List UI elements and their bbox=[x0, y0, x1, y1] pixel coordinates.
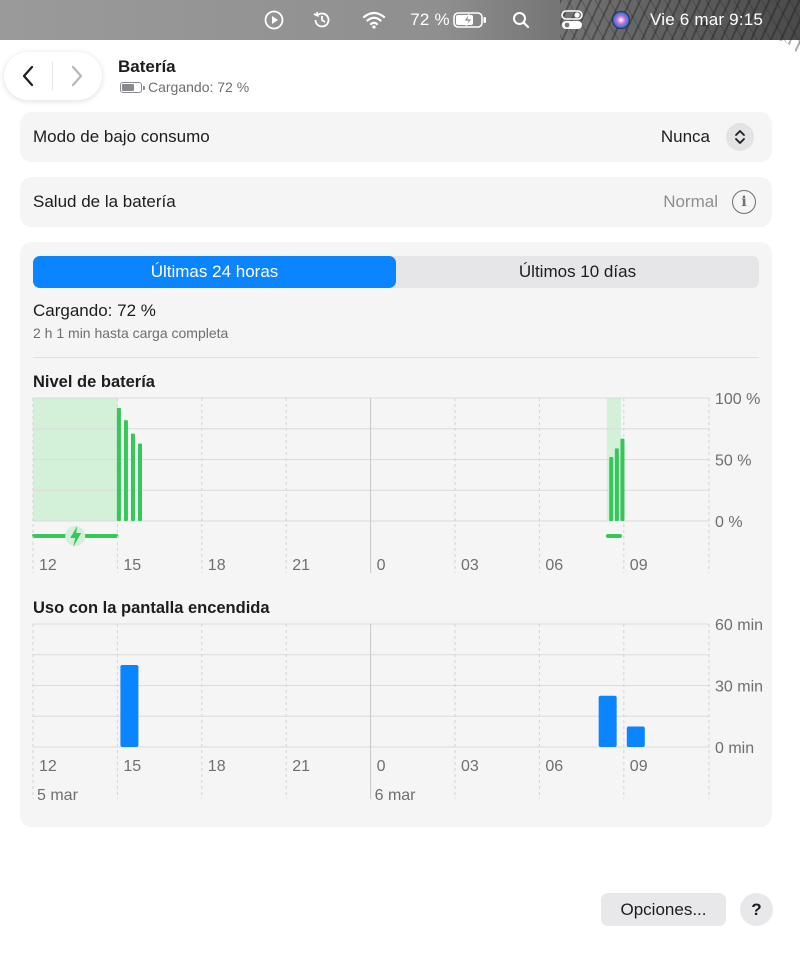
low-power-mode-row: Modo de bajo consumo Nunca bbox=[20, 112, 772, 162]
menubar-clock[interactable]: Vie 6 mar 9:15 bbox=[650, 9, 780, 31]
y-tick-label: 0 min bbox=[715, 740, 754, 757]
subtitle-text: Cargando: 72 % bbox=[148, 79, 250, 95]
battery-level-bar bbox=[116, 407, 121, 521]
y-tick-label: 30 min bbox=[715, 679, 763, 696]
x-tick-label: 03 bbox=[461, 758, 479, 775]
battery-charging-icon[interactable] bbox=[453, 9, 487, 31]
screen-usage-bar bbox=[626, 726, 645, 747]
y-tick-label: 60 min bbox=[715, 617, 763, 634]
battery-level-chart: 12 15 18 21 0 03 06 09 100 % 50 % 0 % bbox=[32, 391, 760, 574]
wifi-icon[interactable] bbox=[361, 9, 387, 31]
battery-level-bar bbox=[620, 438, 625, 521]
page-title: Batería bbox=[118, 57, 176, 76]
info-icon[interactable]: i bbox=[732, 190, 756, 214]
tab-last-24-hours[interactable]: Últimas 24 horas bbox=[33, 256, 396, 288]
y-tick-label: 0 % bbox=[715, 514, 743, 531]
x-tick-label: 12 bbox=[39, 758, 57, 775]
divider bbox=[33, 357, 759, 358]
tab-last-10-days[interactable]: Últimos 10 días bbox=[396, 256, 759, 288]
battery-level-bar bbox=[123, 420, 128, 521]
screen-usage-chart: 12 15 18 21 0 03 06 09 60 min 30 min 0 min 5 mar 6 m… bbox=[32, 617, 763, 804]
screen-usage-bar bbox=[598, 695, 617, 747]
options-button[interactable]: Opciones... bbox=[601, 893, 726, 926]
x-tick-label: 06 bbox=[545, 557, 563, 574]
battery-level-bar bbox=[130, 433, 135, 521]
y-tick-label: 100 % bbox=[715, 391, 760, 408]
screen-usage-bar bbox=[120, 665, 139, 747]
battery-level-chart-title: Nivel de batería bbox=[33, 373, 155, 391]
x-tick-label: 15 bbox=[123, 557, 141, 574]
y-tick-label: 50 % bbox=[715, 453, 751, 470]
x-tick-label: 0 bbox=[377, 758, 386, 775]
navigation-buttons bbox=[4, 52, 102, 100]
siri-icon[interactable] bbox=[610, 9, 632, 31]
x-tick-label: 18 bbox=[208, 557, 226, 574]
x-tick-label: 0 bbox=[377, 557, 386, 574]
help-button[interactable]: ? bbox=[740, 893, 773, 926]
date-label: 5 mar bbox=[37, 787, 79, 804]
x-tick-label: 03 bbox=[461, 557, 479, 574]
charging-status: Cargando: 72 % bbox=[33, 301, 156, 320]
control-center-icon[interactable] bbox=[560, 9, 584, 31]
x-tick-label: 06 bbox=[545, 758, 563, 775]
play-icon[interactable] bbox=[263, 9, 285, 31]
time-range-segmented-control: Últimas 24 horas Últimos 10 días bbox=[33, 256, 759, 288]
x-tick-label: 21 bbox=[292, 758, 310, 775]
battery-health-row: Salud de la batería Normal i bbox=[20, 177, 772, 227]
forward-button[interactable] bbox=[53, 52, 101, 100]
date-label: 6 mar bbox=[375, 787, 417, 804]
screen-usage-chart-title: Uso con la pantalla encendida bbox=[33, 599, 270, 617]
search-icon[interactable] bbox=[510, 9, 532, 31]
battery-settings-window: Batería Cargando: 72 % Modo de bajo cons… bbox=[0, 40, 800, 973]
back-button[interactable] bbox=[4, 52, 52, 100]
battery-icon bbox=[120, 81, 145, 93]
chevron-right-icon bbox=[71, 65, 83, 87]
low-power-label: Modo de bajo consumo bbox=[33, 127, 210, 146]
battery-level-bar bbox=[614, 448, 619, 521]
x-tick-label: 09 bbox=[630, 557, 648, 574]
x-tick-label: 09 bbox=[630, 758, 648, 775]
time-to-full: 2 h 1 min hasta carga completa bbox=[33, 325, 229, 341]
chevron-left-icon bbox=[22, 65, 34, 87]
low-power-value[interactable]: Nunca bbox=[661, 127, 710, 147]
x-tick-label: 21 bbox=[292, 557, 310, 574]
battery-percent-text[interactable]: 72 % bbox=[410, 9, 450, 31]
popup-stepper-icon[interactable] bbox=[726, 123, 754, 151]
battery-level-bar bbox=[138, 443, 142, 521]
battery-level-bar bbox=[609, 457, 614, 521]
x-tick-label: 12 bbox=[39, 557, 57, 574]
time-machine-icon[interactable] bbox=[311, 9, 333, 31]
menu-bar: 72 % Vie 6 mar 9:15 bbox=[0, 0, 800, 60]
battery-health-label: Salud de la batería bbox=[33, 192, 176, 211]
x-tick-label: 15 bbox=[123, 758, 141, 775]
usage-history-card: Últimas 24 horas Últimos 10 días Cargand… bbox=[20, 242, 772, 827]
x-tick-label: 18 bbox=[208, 758, 226, 775]
battery-health-value: Normal bbox=[663, 192, 718, 211]
page-subtitle: Cargando: 72 % bbox=[120, 79, 249, 95]
